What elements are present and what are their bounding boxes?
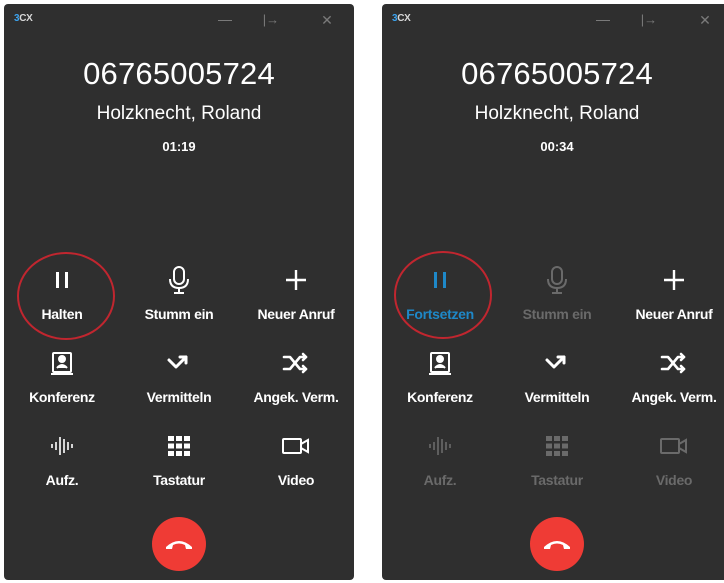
new-call-button[interactable]: Neuer Anruf — [238, 264, 354, 338]
keypad-label: Tastatur — [153, 472, 205, 488]
app-logo: 3CX — [392, 13, 411, 24]
attended-transfer-button[interactable]: Angek. Verm. — [616, 347, 724, 421]
minimize-button[interactable] — [214, 10, 236, 30]
hangup-phone-icon — [544, 541, 570, 549]
transfer-button[interactable]: Vermitteln — [121, 347, 237, 421]
video-camera-icon — [238, 430, 354, 462]
attended-transfer-label: Angek. Verm. — [253, 389, 339, 405]
waveform-icon — [4, 430, 120, 462]
call-timer: 01:19 — [162, 139, 196, 154]
highlight-ring — [17, 252, 115, 340]
close-button[interactable]: ✕ — [694, 10, 716, 30]
transfer-label: Vermitteln — [524, 389, 590, 405]
keypad-icon — [121, 430, 237, 462]
phone-number: 06765005724 — [461, 56, 653, 91]
new-call-label: Neuer Anruf — [257, 306, 335, 322]
new-call-label: Neuer Anruf — [635, 306, 713, 322]
keypad-button[interactable]: Tastatur — [121, 430, 237, 504]
conference-label: Konferenz — [407, 389, 473, 405]
conference-button[interactable]: Konferenz — [4, 347, 120, 421]
mute-button[interactable]: Stumm ein — [121, 264, 237, 338]
video-button[interactable]: Video — [238, 430, 354, 504]
conference-button[interactable]: Konferenz — [382, 347, 498, 421]
mute-button: Stumm ein — [499, 264, 615, 338]
record-button[interactable]: Aufz. — [4, 430, 120, 504]
contact-name: Holzknecht, Roland — [96, 103, 262, 124]
keypad-button: Tastatur — [499, 430, 615, 504]
transfer-label: Vermitteln — [146, 389, 212, 405]
title-bar: 3CX |→ ✕ — [4, 4, 354, 36]
hangup-button[interactable] — [152, 517, 206, 571]
conference-icon — [382, 347, 498, 379]
plus-icon — [238, 264, 354, 296]
record-label: Aufz. — [45, 472, 79, 488]
attended-transfer-button[interactable]: Angek. Verm. — [238, 347, 354, 421]
video-label: Video — [655, 472, 693, 488]
transfer-button[interactable]: Vermitteln — [499, 347, 615, 421]
phone-number: 06765005724 — [83, 56, 275, 91]
popout-button[interactable]: |→ — [638, 10, 660, 30]
conference-label: Konferenz — [29, 389, 95, 405]
record-button: Aufz. — [382, 430, 498, 504]
shuffle-icon — [238, 347, 354, 379]
record-label: Aufz. — [423, 472, 457, 488]
transfer-arrow-icon — [121, 347, 237, 379]
new-call-button[interactable]: Neuer Anruf — [616, 264, 724, 338]
waveform-icon — [382, 430, 498, 462]
call-timer: 00:34 — [540, 139, 574, 154]
microphone-icon — [499, 264, 615, 296]
video-camera-icon — [616, 430, 724, 462]
title-bar: 3CX |→ ✕ — [382, 4, 724, 36]
microphone-icon — [121, 264, 237, 296]
contact-name: Holzknecht, Roland — [474, 103, 640, 124]
attended-transfer-label: Angek. Verm. — [631, 389, 717, 405]
transfer-arrow-icon — [499, 347, 615, 379]
close-button[interactable]: ✕ — [316, 10, 338, 30]
hangup-button[interactable] — [530, 517, 584, 571]
plus-icon — [616, 264, 724, 296]
hangup-phone-icon — [166, 541, 192, 549]
video-label: Video — [277, 472, 315, 488]
highlight-ring — [394, 251, 492, 339]
popout-button[interactable]: |→ — [260, 10, 282, 30]
shuffle-icon — [616, 347, 724, 379]
keypad-label: Tastatur — [531, 472, 583, 488]
app-logo: 3CX — [14, 13, 33, 24]
video-button: Video — [616, 430, 724, 504]
mute-label: Stumm ein — [144, 306, 214, 322]
minimize-button[interactable] — [592, 10, 614, 30]
keypad-icon — [499, 430, 615, 462]
conference-icon — [4, 347, 120, 379]
mute-label: Stumm ein — [522, 306, 592, 322]
